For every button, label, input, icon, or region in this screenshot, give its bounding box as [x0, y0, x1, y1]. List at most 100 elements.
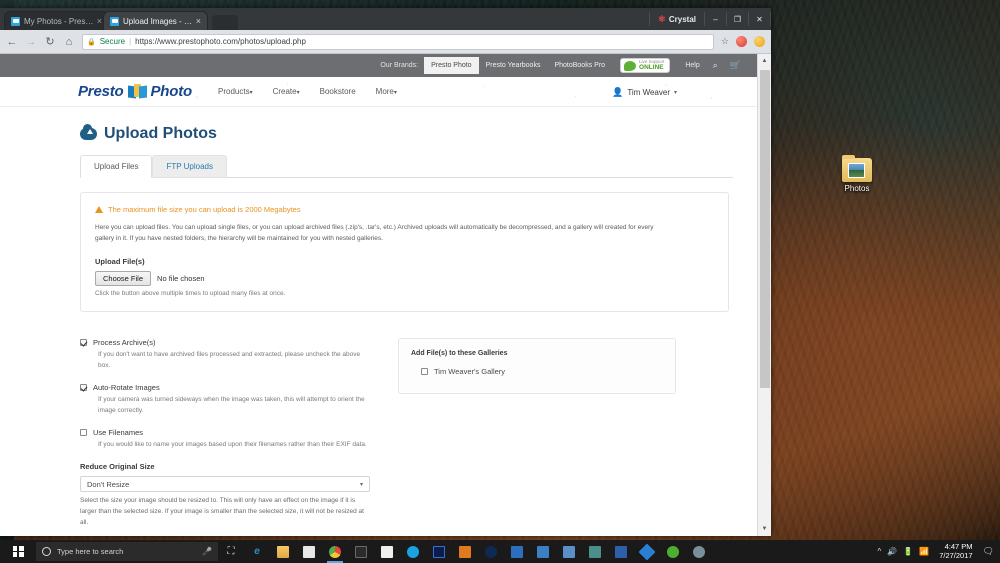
close-icon[interactable]: ×: [196, 16, 201, 26]
maximize-button[interactable]: ❐: [727, 12, 749, 26]
taskbar-icon-chrome[interactable]: [322, 540, 348, 563]
nav-item-products[interactable]: Products▾: [208, 87, 263, 96]
taskbar-search-input[interactable]: Type here to search 🎤: [36, 542, 218, 561]
option-process-archives: Process Archive(s) If you don't want to …: [80, 338, 370, 371]
desktop-icon-label: Photos: [835, 184, 879, 193]
tab-upload-files[interactable]: Upload Files: [80, 155, 152, 178]
close-window-button[interactable]: ✕: [749, 12, 771, 26]
forward-icon[interactable]: →: [25, 36, 37, 48]
bookmark-star-icon[interactable]: ☆: [721, 36, 729, 47]
page-scrollbar[interactable]: ▲ ▼: [757, 54, 771, 536]
brand-presto-photo[interactable]: Presto Photo: [424, 57, 478, 74]
scroll-up-arrow[interactable]: ▲: [758, 54, 771, 68]
crystal-icon: ⚛: [658, 14, 666, 25]
search-icon[interactable]: ⌕: [707, 60, 724, 71]
taskbar-icon-photoshop[interactable]: [426, 540, 452, 563]
crystal-button[interactable]: ⚛ Crystal: [649, 12, 705, 26]
volume-icon[interactable]: 🔊: [887, 547, 897, 556]
upload-hint: Click the button above multiple times to…: [95, 290, 714, 297]
option-auto-rotate: Auto-Rotate Images If your camera was tu…: [80, 383, 370, 416]
nav-label: Products: [218, 87, 250, 96]
chevron-down-icon: ▾: [674, 89, 677, 96]
taskbar-icon-store[interactable]: [296, 540, 322, 563]
nav-item-create[interactable]: Create▾: [263, 87, 310, 96]
checkbox-label: Process Archive(s): [93, 338, 156, 347]
minimize-button[interactable]: –: [705, 12, 727, 26]
browser-tab-upload-images[interactable]: Upload Images - Presto ×: [103, 11, 208, 30]
new-tab-button[interactable]: [212, 15, 238, 30]
taskbar-icon-checkmark-app[interactable]: [478, 540, 504, 563]
scrollbar-thumb[interactable]: [760, 70, 770, 388]
logo-word-photo: Photo: [151, 83, 193, 100]
home-icon[interactable]: ⌂: [63, 36, 75, 48]
browser-tab-my-photos[interactable]: My Photos - PrestoPhoto ×: [4, 11, 109, 30]
cloud-upload-icon: [80, 128, 97, 140]
page-title: Upload Photos: [80, 125, 733, 143]
page-title-text: Upload Photos: [104, 125, 217, 143]
checkbox-row-use-filenames[interactable]: Use Filenames: [80, 428, 370, 437]
brand-photobooks-pro[interactable]: PhotoBooks Pro: [547, 57, 612, 74]
taskbar-icon-terminal[interactable]: [348, 540, 374, 563]
battery-icon[interactable]: 🔋: [903, 547, 913, 556]
galleries-title: Add File(s) to these Galleries: [411, 350, 663, 357]
page-tabs: Upload Files FTP Uploads: [80, 155, 733, 178]
site-logo[interactable]: Presto Photo: [78, 83, 192, 100]
help-link[interactable]: Help: [678, 62, 706, 69]
taskbar-icon-media-player[interactable]: [452, 540, 478, 563]
desktop-icon-photos[interactable]: Photos: [835, 158, 879, 193]
live-support-badge[interactable]: Live Support ONLINE: [620, 58, 670, 73]
taskbar-icon-file-explorer[interactable]: [270, 540, 296, 563]
checkbox-process-archives[interactable]: [80, 339, 87, 346]
taskbar-icon-blue-app[interactable]: [504, 540, 530, 563]
checkbox-use-filenames[interactable]: [80, 429, 87, 436]
checkbox-row-process-archives[interactable]: Process Archive(s): [80, 338, 370, 347]
brand-presto-yearbooks[interactable]: Presto Yearbooks: [479, 57, 548, 74]
url-separator: |: [129, 37, 131, 46]
network-icon[interactable]: 📶: [919, 547, 929, 556]
cart-icon[interactable]: 🛒: [724, 60, 747, 71]
nav-item-bookstore[interactable]: Bookstore: [310, 87, 366, 96]
close-icon[interactable]: ×: [97, 16, 102, 26]
browser-window: My Photos - PrestoPhoto × Upload Images …: [0, 8, 771, 536]
microphone-icon[interactable]: 🎤: [202, 547, 212, 556]
choose-file-button[interactable]: Choose File: [95, 271, 151, 286]
task-view-button[interactable]: ⛶: [218, 540, 244, 563]
taskbar-icon-skype[interactable]: [400, 540, 426, 563]
checkbox-label: Auto-Rotate Images: [93, 383, 160, 392]
reload-icon[interactable]: ↻: [44, 35, 56, 48]
select-reduce-original-size[interactable]: Don't Resize ▾: [80, 476, 370, 492]
checkbox-gallery[interactable]: [421, 368, 428, 375]
address-bar[interactable]: 🔒 Secure | https://www.prestophoto.com/p…: [82, 34, 714, 50]
upload-files-label: Upload File(s): [95, 257, 714, 266]
taskbar-icon-calculator[interactable]: [374, 540, 400, 563]
back-icon[interactable]: ←: [6, 36, 18, 48]
start-button[interactable]: [0, 540, 36, 563]
taskbar-icon-folder-teal[interactable]: [582, 540, 608, 563]
nav-item-more[interactable]: More▾: [366, 87, 407, 96]
taskbar-icon-notes[interactable]: [556, 540, 582, 563]
gallery-label: Tim Weaver's Gallery: [434, 367, 505, 376]
user-menu[interactable]: 👤 Tim Weaver ▾: [612, 77, 677, 107]
taskbar-icon-mail[interactable]: [530, 540, 556, 563]
tab-ftp-uploads[interactable]: FTP Uploads: [152, 155, 227, 178]
windows-taskbar: Type here to search 🎤 ⛶ e ^ 🔊 🔋 📶 4:47 P…: [0, 540, 1000, 563]
checkbox-help: If you would like to name your images ba…: [98, 440, 370, 450]
scroll-down-arrow[interactable]: ▼: [758, 522, 771, 536]
taskbar-icon-magnifier-app[interactable]: [686, 540, 712, 563]
window-controls: ⚛ Crystal – ❐ ✕: [649, 8, 771, 30]
taskbar-icon-kodi[interactable]: [634, 540, 660, 563]
taskbar-icon-edge[interactable]: e: [244, 540, 270, 563]
tray-expand-icon[interactable]: ^: [878, 547, 882, 556]
taskbar-icon-design-app[interactable]: [608, 540, 634, 563]
extension-icon-1[interactable]: [736, 36, 747, 47]
chevron-down-icon: ▾: [297, 90, 300, 96]
extension-icon-2[interactable]: [754, 36, 765, 47]
checkbox-row-auto-rotate[interactable]: Auto-Rotate Images: [80, 383, 370, 392]
notifications-icon[interactable]: 🗨: [983, 546, 994, 557]
upload-panel: The maximum file size you can upload is …: [80, 192, 729, 312]
taskbar-icon-utorrent[interactable]: [660, 540, 686, 563]
file-status-text: No file chosen: [157, 274, 205, 283]
checkbox-auto-rotate[interactable]: [80, 384, 87, 391]
gallery-row[interactable]: Tim Weaver's Gallery: [421, 367, 663, 376]
taskbar-clock[interactable]: 4:47 PM 7/27/2017: [939, 543, 972, 560]
